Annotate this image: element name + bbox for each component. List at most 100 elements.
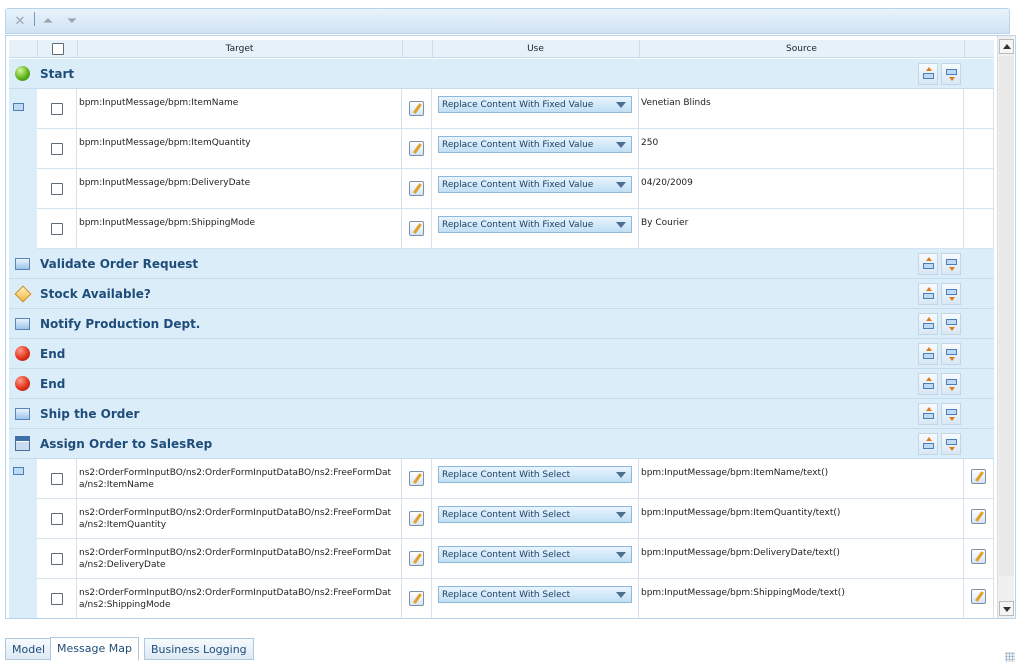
row-checkbox[interactable]: [51, 473, 63, 485]
move-down-button[interactable]: [941, 403, 961, 425]
source-value[interactable]: Venetian Blinds: [641, 97, 961, 109]
table-row: ns2:OrderFormInputBO/ns2:OrderFormInputD…: [9, 579, 994, 618]
use-select[interactable]: Replace Content With Fixed Value: [438, 136, 632, 153]
move-up-button[interactable]: [918, 283, 938, 305]
task-icon: [15, 408, 30, 420]
tab-model[interactable]: Model: [5, 638, 53, 660]
use-select[interactable]: Replace Content With Fixed Value: [438, 216, 632, 233]
target-path: bpm:InputMessage/bpm:ItemQuantity: [79, 138, 251, 148]
use-select[interactable]: Replace Content With Fixed Value: [438, 176, 632, 193]
use-select[interactable]: Replace Content With Select: [438, 546, 632, 563]
mapping-grid: Target Use Source Start bpm:InputMessage…: [9, 40, 994, 618]
target-path: ns2:OrderFormInputBO/ns2:OrderFormInputD…: [79, 508, 392, 530]
row-checkbox[interactable]: [51, 223, 63, 235]
edit-icon[interactable]: [409, 221, 424, 236]
group-end[interactable]: End: [9, 339, 994, 369]
row-checkbox[interactable]: [51, 143, 63, 155]
move-down-button[interactable]: [941, 433, 961, 455]
row-checkbox[interactable]: [51, 183, 63, 195]
start-event-icon: [15, 66, 30, 81]
edit-source-icon[interactable]: [971, 509, 986, 524]
arrow-up-icon[interactable]: ⏶: [40, 14, 56, 30]
column-use[interactable]: Use: [432, 44, 639, 54]
group-stock-available[interactable]: Stock Available?: [9, 279, 994, 309]
source-value[interactable]: 250: [641, 137, 961, 149]
move-up-button[interactable]: [918, 403, 938, 425]
scroll-up-button[interactable]: [999, 39, 1014, 54]
edit-icon[interactable]: [409, 101, 424, 116]
table-row: ns2:OrderFormInputBO/ns2:OrderFormInputD…: [9, 499, 994, 539]
edit-icon[interactable]: [409, 511, 424, 526]
group-label: Stock Available?: [40, 287, 151, 301]
group-assign-order-to-salesrep[interactable]: Assign Order to SalesRep: [9, 429, 994, 459]
use-select[interactable]: Replace Content With Select: [438, 466, 632, 483]
target-path: ns2:OrderFormInputBO/ns2:OrderFormInputD…: [79, 548, 392, 570]
tab-message-map[interactable]: Message Map: [50, 637, 139, 661]
group-ship-the-order[interactable]: Ship the Order: [9, 399, 994, 429]
column-target[interactable]: Target: [77, 44, 402, 54]
table-row: ns2:OrderFormInputBO/ns2:OrderFormInputD…: [9, 459, 994, 499]
move-down-button[interactable]: [941, 283, 961, 305]
target-path: bpm:InputMessage/bpm:ItemName: [79, 98, 239, 108]
source-value[interactable]: By Courier: [641, 217, 961, 229]
collapse-icon[interactable]: [13, 103, 24, 111]
gateway-icon: [14, 285, 32, 303]
target-path: ns2:OrderFormInputBO/ns2:OrderFormInputD…: [79, 468, 392, 490]
row-checkbox[interactable]: [51, 103, 63, 115]
edit-icon[interactable]: [409, 181, 424, 196]
group-validate-order-request[interactable]: Validate Order Request: [9, 249, 994, 279]
move-up-button[interactable]: [918, 313, 938, 335]
edit-icon[interactable]: [409, 591, 424, 606]
edit-icon[interactable]: [409, 471, 424, 486]
edit-source-icon[interactable]: [971, 549, 986, 564]
scroll-down-button[interactable]: [999, 601, 1014, 616]
group-label: Start: [40, 67, 75, 81]
expand-icon[interactable]: [13, 467, 24, 475]
source-value[interactable]: bpm:InputMessage/bpm:ItemQuantity/text(): [641, 507, 961, 519]
target-path: bpm:InputMessage/bpm:ShippingMode: [79, 218, 256, 228]
row-checkbox[interactable]: [51, 513, 63, 525]
target-path: ns2:OrderFormInputBO/ns2:OrderFormInputD…: [79, 588, 392, 610]
use-select[interactable]: Replace Content With Select: [438, 506, 632, 523]
source-value[interactable]: 04/20/2009: [641, 177, 961, 189]
table-row: bpm:InputMessage/bpm:ShippingMode Replac…: [9, 209, 994, 249]
resize-grip-icon[interactable]: [1005, 652, 1015, 662]
move-up-button[interactable]: [918, 63, 938, 85]
select-all-checkbox[interactable]: [52, 43, 64, 55]
move-up-button[interactable]: [918, 433, 938, 455]
scroll-thumb[interactable]: [999, 56, 1014, 576]
source-value[interactable]: bpm:InputMessage/bpm:DeliveryDate/text(): [641, 547, 961, 559]
move-down-button[interactable]: [941, 343, 961, 365]
tab-business-logging[interactable]: Business Logging: [144, 638, 254, 660]
use-select[interactable]: Replace Content With Fixed Value: [438, 96, 632, 113]
move-up-button[interactable]: [918, 373, 938, 395]
move-down-button[interactable]: [941, 253, 961, 275]
group-end[interactable]: End: [9, 369, 994, 399]
group-label: Assign Order to SalesRep: [40, 437, 213, 451]
group-label: Notify Production Dept.: [40, 317, 201, 331]
move-down-button[interactable]: [941, 63, 961, 85]
row-checkbox[interactable]: [51, 593, 63, 605]
group-start[interactable]: Start: [9, 59, 994, 89]
move-down-button[interactable]: [941, 373, 961, 395]
move-up-button[interactable]: [918, 253, 938, 275]
row-checkbox[interactable]: [51, 553, 63, 565]
source-value[interactable]: bpm:InputMessage/bpm:ItemName/text(): [641, 467, 961, 479]
task-icon: [15, 318, 30, 330]
edit-icon[interactable]: [409, 141, 424, 156]
move-up-button[interactable]: [918, 343, 938, 365]
edit-source-icon[interactable]: [971, 589, 986, 604]
table-row: bpm:InputMessage/bpm:DeliveryDate Replac…: [9, 169, 994, 209]
editor-tabs: Model Message Map Business Logging: [0, 637, 1018, 665]
source-value[interactable]: bpm:InputMessage/bpm:ShippingMode/text(): [641, 587, 961, 599]
edit-icon[interactable]: [409, 551, 424, 566]
edit-source-icon[interactable]: [971, 469, 986, 484]
vertical-scrollbar[interactable]: [997, 36, 1014, 618]
column-source[interactable]: Source: [639, 44, 964, 54]
table-row: bpm:InputMessage/bpm:ItemName Replace Co…: [9, 89, 994, 129]
close-icon[interactable]: ✕: [12, 14, 28, 30]
group-notify-production-dept[interactable]: Notify Production Dept.: [9, 309, 994, 339]
arrow-down-icon[interactable]: ⏷: [64, 14, 80, 30]
move-down-button[interactable]: [941, 313, 961, 335]
use-select[interactable]: Replace Content With Select: [438, 586, 632, 603]
